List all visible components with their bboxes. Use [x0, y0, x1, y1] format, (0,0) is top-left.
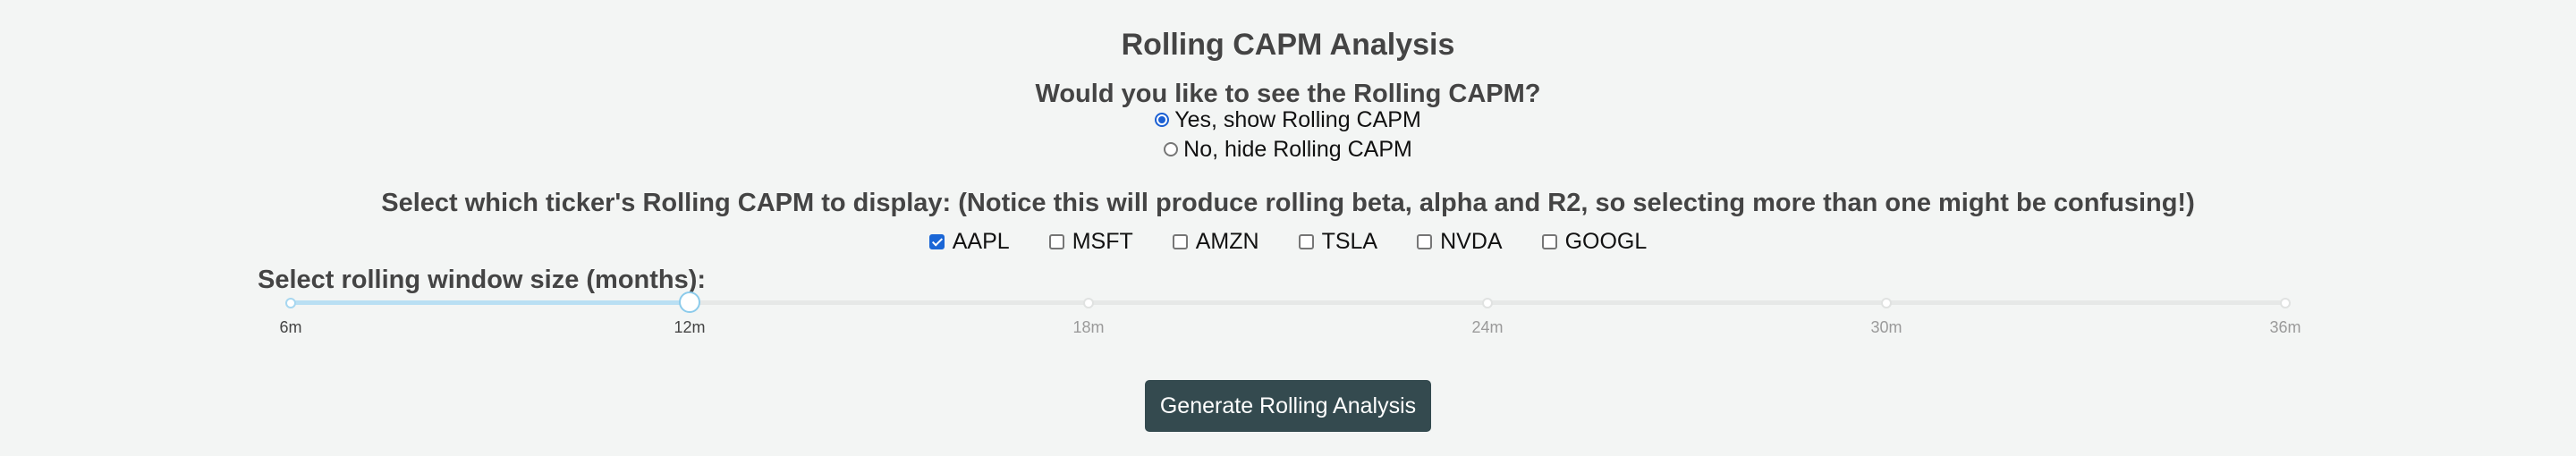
slider-tick-30m[interactable] [1881, 298, 1892, 308]
ticker-checkbox-nvda[interactable]: NVDA [1417, 227, 1503, 256]
checkbox-aapl[interactable] [928, 233, 945, 249]
generate-rolling-analysis-button[interactable]: Generate Rolling Analysis [1145, 380, 1431, 432]
page-title: Rolling CAPM Analysis [1121, 28, 1455, 62]
ticker-label-msft: MSFT [1072, 229, 1133, 254]
slider-mark-label: 12m [674, 318, 706, 336]
ticker-checkbox-amzn[interactable]: AMZN [1172, 227, 1259, 256]
rolling-capm-panel: Rolling CAPM Analysis Would you like to … [0, 0, 2576, 456]
ticker-label-aapl: AAPL [952, 229, 1010, 254]
radio-no-dot[interactable] [1164, 142, 1179, 156]
slider-handle[interactable] [679, 291, 700, 313]
slider-fill [291, 300, 690, 305]
ticker-checklist: AAPL MSFT AMZN TSLA NVDA GOOGL [0, 227, 2576, 256]
radio-option-yes[interactable]: Yes, show Rolling CAPM [0, 106, 2576, 134]
slider-tick-6m[interactable] [285, 298, 296, 308]
ticker-label-nvda: NVDA [1440, 229, 1503, 254]
slider-tick-18m[interactable] [1083, 298, 1094, 308]
ticker-checkbox-aapl[interactable]: AAPL [928, 227, 1010, 256]
ticker-label-googl: GOOGL [1564, 229, 1648, 254]
slider-mark-label: 36m [2269, 318, 2301, 336]
slider-mark-label: 30m [1870, 318, 1902, 336]
ticker-select-label: Select which ticker's Rolling CAPM to di… [381, 189, 2195, 217]
checkbox-nvda[interactable] [1417, 233, 1433, 249]
radio-yes-dot[interactable] [1155, 113, 1170, 127]
checkbox-amzn[interactable] [1172, 233, 1188, 249]
radio-no-label: No, hide Rolling CAPM [1183, 137, 1412, 162]
slider-tick-24m[interactable] [1482, 298, 1493, 308]
ticker-label-amzn: AMZN [1195, 229, 1259, 254]
radio-option-no[interactable]: No, hide Rolling CAPM [0, 135, 2576, 164]
ticker-checkbox-msft[interactable]: MSFT [1048, 227, 1133, 256]
checkbox-tsla[interactable] [1298, 233, 1314, 249]
window-size-label: Select rolling window size (months): [258, 266, 707, 294]
slider-mark-label: 6m [279, 318, 302, 336]
slider-mark-label: 18m [1072, 318, 1105, 336]
ticker-checkbox-tsla[interactable]: TSLA [1298, 227, 1378, 256]
ticker-checkbox-googl[interactable]: GOOGL [1541, 227, 1648, 256]
checkbox-msft[interactable] [1048, 233, 1064, 249]
checkbox-googl[interactable] [1541, 233, 1557, 249]
slider-mark-label: 24m [1471, 318, 1504, 336]
slider-tick-36m[interactable] [2280, 298, 2291, 308]
ticker-label-tsla: TSLA [1321, 229, 1378, 254]
radio-yes-label: Yes, show Rolling CAPM [1174, 107, 1421, 132]
